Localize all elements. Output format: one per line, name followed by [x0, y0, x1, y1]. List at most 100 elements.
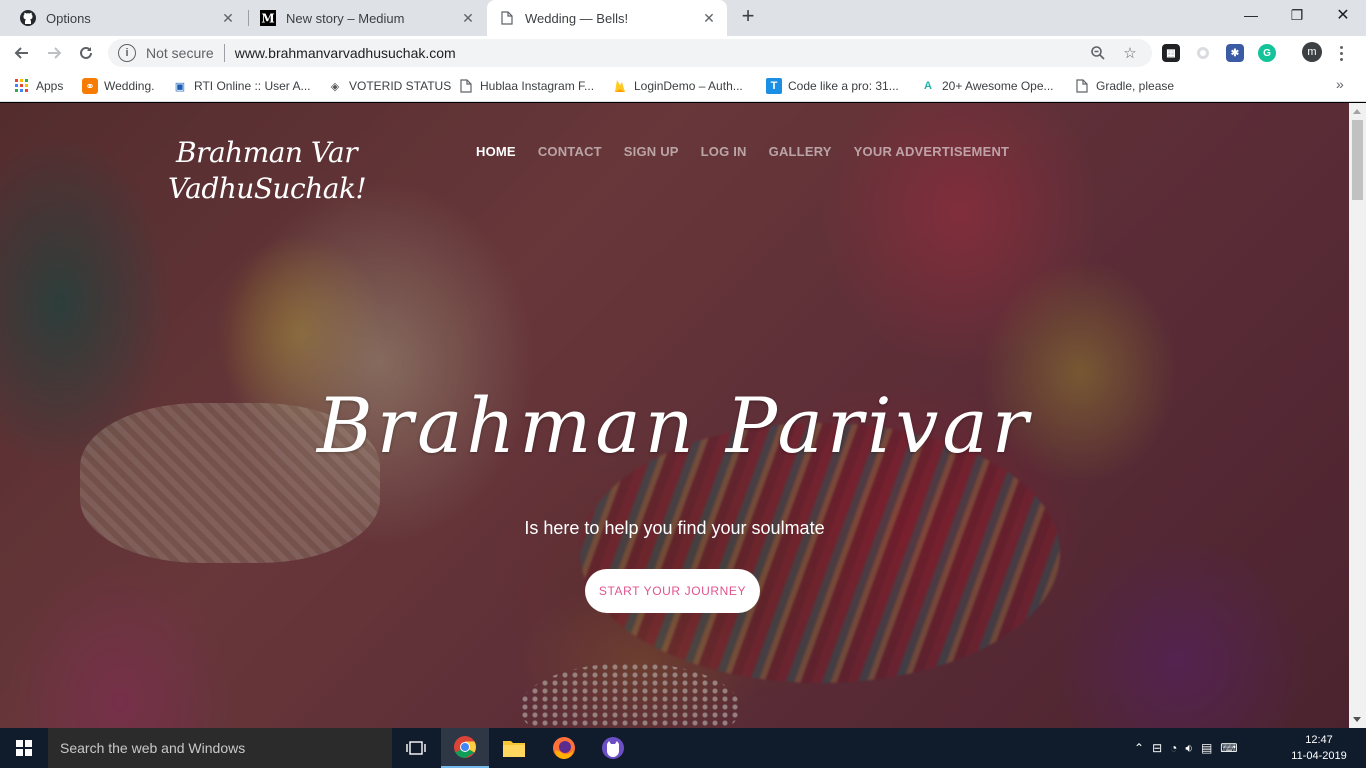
bookmark-label: RTI Online :: User A...	[194, 79, 311, 93]
back-arrow-icon	[14, 47, 28, 59]
hero-title: Brahman Parivar	[316, 381, 1033, 470]
firefox-icon[interactable]	[540, 728, 588, 768]
grammarly-icon[interactable]: G	[1258, 44, 1276, 62]
scroll-down-icon[interactable]	[1353, 717, 1361, 722]
info-icon[interactable]: i	[118, 44, 136, 62]
apps-grid-icon	[14, 78, 30, 94]
page-scrollbar[interactable]	[1349, 103, 1366, 728]
notification-icon[interactable]: ▤	[1201, 741, 1212, 755]
keyboard-icon[interactable]: ⌨	[1220, 741, 1237, 755]
logo-line-1: Brahman Var	[176, 136, 358, 169]
bookmark-wedding[interactable]: ⚭ Wedding.	[82, 76, 154, 96]
clock-time: 12:47	[1305, 734, 1333, 746]
zoom-icon[interactable]	[1088, 43, 1108, 63]
bookmarks-bar: Apps ⚭ Wedding. ▣ RTI Online :: User A..…	[0, 70, 1366, 102]
bookmark-label: VOTERID STATUS	[349, 79, 452, 93]
clock-date: 11-04-2019	[1291, 750, 1347, 762]
medium-icon: M	[260, 10, 276, 26]
start-journey-button[interactable]: START YOUR JOURNEY	[585, 569, 760, 613]
forward-button[interactable]	[42, 41, 66, 65]
new-tab-button[interactable]: +	[737, 5, 759, 28]
bookmark-rti-online[interactable]: ▣ RTI Online :: User A...	[172, 76, 311, 96]
windows-taskbar: Search the web and Windows ⌃ ⊟ ◔ 🔉︎ ▤ ⌨ …	[0, 728, 1366, 768]
nav-contact[interactable]: CONTACT	[538, 144, 602, 159]
bookmark-label: Code like a pro: 31...	[788, 79, 899, 93]
code-icon: T	[766, 78, 782, 94]
site-logo[interactable]: Brahman Var VadhuSuchak!	[168, 135, 396, 207]
file-explorer-icon[interactable]	[490, 728, 538, 768]
bookmark-label: LoginDemo – Auth...	[634, 79, 743, 93]
tab-title: New story – Medium	[286, 10, 405, 26]
page-icon	[499, 10, 515, 26]
volume-icon[interactable]: 🔉︎	[1185, 741, 1193, 756]
wedding-bookmark-icon: ⚭	[82, 78, 98, 94]
bookmark-label: Hublaa Instagram F...	[480, 79, 595, 93]
close-tab-icon[interactable]: ✕	[460, 10, 476, 26]
nav-log-in[interactable]: LOG IN	[701, 144, 747, 159]
logo-line-2: VadhuSuchak!	[168, 172, 367, 205]
hero-subtitle: Is here to help you find your soulmate	[524, 518, 825, 538]
tab-wedding-bells[interactable]: Wedding — Bells! ✕	[487, 0, 727, 36]
bookmark-label: Wedding.	[104, 79, 155, 93]
bookmark-label: Gradle, please	[1096, 79, 1175, 93]
profile-avatar[interactable]: m	[1302, 42, 1322, 62]
nav-home[interactable]: HOME	[476, 144, 516, 159]
bookmark-awesome[interactable]: A 20+ Awesome Ope...	[920, 76, 1054, 96]
bookmark-code-like-pro[interactable]: T Code like a pro: 31...	[766, 76, 899, 96]
site-nav: HOME CONTACT SIGN UP LOG IN GALLERY YOUR…	[476, 144, 1031, 159]
bookmarks-overflow-icon[interactable]: »	[1336, 76, 1344, 92]
security-label: Not secure	[146, 45, 214, 61]
system-tray: ⌃ ⊟ ◔ 🔉︎ ▤ ⌨	[1134, 728, 1238, 768]
github-icon	[20, 10, 36, 26]
window-close-button[interactable]: ✕	[1320, 0, 1366, 30]
address-bar[interactable]: i Not secure www.brahmanvarvadhusuchak.c…	[108, 39, 1152, 67]
bookmark-voterid[interactable]: ◈ VOTERID STATUS	[327, 76, 451, 96]
maximize-button[interactable]: ❐	[1274, 0, 1320, 30]
task-view-icon[interactable]	[392, 728, 440, 768]
extension-icon-2[interactable]	[1194, 44, 1212, 62]
app-cat-icon[interactable]	[589, 728, 637, 768]
chrome-taskbar-icon[interactable]	[441, 728, 489, 768]
scroll-up-icon[interactable]	[1353, 109, 1361, 114]
taskbar-search-input[interactable]: Search the web and Windows	[48, 728, 392, 768]
rti-icon: ▣	[174, 80, 186, 93]
page-icon	[458, 78, 474, 94]
browser-menu-icon[interactable]	[1336, 42, 1346, 64]
start-button[interactable]	[0, 728, 48, 768]
tray-expand-icon[interactable]: ⌃	[1134, 741, 1144, 755]
bookmark-apps[interactable]: Apps	[14, 76, 63, 96]
close-tab-icon[interactable]: ✕	[220, 10, 236, 26]
bookmark-star-icon[interactable]: ☆	[1120, 43, 1140, 63]
scrollbar-thumb[interactable]	[1352, 120, 1363, 200]
windows-logo-icon	[16, 740, 32, 756]
back-button[interactable]	[10, 41, 34, 65]
nav-sign-up[interactable]: SIGN UP	[624, 144, 679, 159]
taskbar-clock[interactable]: 12:47 11-04-2019	[1282, 732, 1356, 764]
wifi-icon[interactable]: ◔	[1170, 741, 1177, 755]
tab-options[interactable]: Options ✕	[8, 0, 246, 36]
tab-title: Options	[46, 10, 91, 26]
extension-icon-1[interactable]: ▦	[1162, 44, 1180, 62]
extension-icon-3[interactable]: ✱	[1226, 44, 1244, 62]
close-tab-icon[interactable]: ✕	[701, 10, 717, 26]
voterid-icon: ◈	[330, 80, 340, 93]
nav-your-advertisement[interactable]: YOUR ADVERTISEMENT	[854, 144, 1010, 159]
bookmark-logindemo[interactable]: LoginDemo – Auth...	[612, 76, 743, 96]
tray-device-icon[interactable]: ⊟	[1152, 741, 1162, 755]
bookmark-label: 20+ Awesome Ope...	[942, 79, 1054, 93]
reload-icon	[80, 46, 92, 59]
reload-button[interactable]	[74, 41, 98, 65]
browser-toolbar: i Not secure www.brahmanvarvadhusuchak.c…	[0, 36, 1366, 70]
bookmark-hublaa[interactable]: Hublaa Instagram F...	[458, 76, 594, 96]
tab-title: Wedding — Bells!	[525, 10, 629, 26]
minimize-button[interactable]: —	[1228, 0, 1274, 30]
tab-strip: Options ✕ M New story – Medium ✕ Wedding…	[0, 0, 1366, 36]
forward-arrow-icon	[48, 47, 62, 59]
bookmark-gradle[interactable]: Gradle, please	[1074, 76, 1174, 96]
hero-section: Brahman Var VadhuSuchak! HOME CONTACT SI…	[0, 103, 1349, 728]
url-text[interactable]: www.brahmanvarvadhusuchak.com	[235, 45, 1088, 61]
firebase-icon	[612, 78, 628, 94]
tab-new-story[interactable]: M New story – Medium ✕	[248, 0, 486, 36]
nav-gallery[interactable]: GALLERY	[769, 144, 832, 159]
svg-text:M: M	[261, 12, 274, 26]
